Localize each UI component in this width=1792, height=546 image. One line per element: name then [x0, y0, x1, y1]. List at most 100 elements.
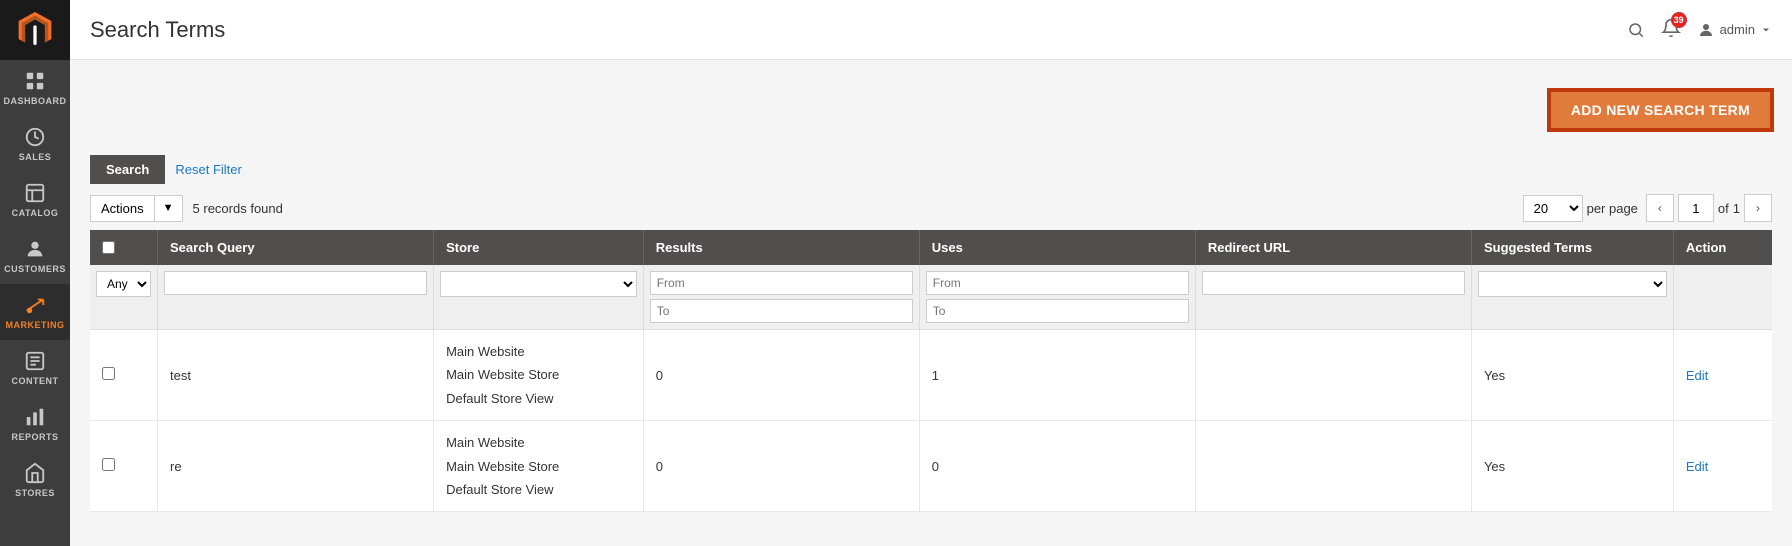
edit-link[interactable]: Edit — [1686, 459, 1708, 474]
row-checkbox[interactable] — [102, 458, 115, 471]
row-action: Edit — [1673, 421, 1772, 512]
select-all-checkbox[interactable] — [102, 241, 115, 254]
filter-cell-uses — [919, 265, 1195, 330]
per-page-label: per page — [1587, 201, 1638, 216]
top-action-bar: Add New Search Term — [90, 80, 1772, 140]
sidebar-item-label: DASHBOARD — [4, 96, 67, 106]
header-actions: 39 admin — [1627, 18, 1772, 41]
sidebar-item-sales[interactable]: SALES — [0, 116, 70, 172]
sidebar-item-content[interactable]: CONTENT — [0, 340, 70, 396]
filter-cell-results — [643, 265, 919, 330]
col-header-action: Action — [1673, 230, 1772, 265]
search-terms-table: Search Query Store Results Uses Redirect… — [90, 230, 1772, 512]
filter-bar: Search Reset Filter — [90, 155, 1772, 184]
row-suggested-terms: Yes — [1471, 330, 1673, 421]
row-store: Main Website Main Website Store Default … — [434, 421, 644, 512]
table-row: re Main Website Main Website Store Defau… — [90, 421, 1772, 512]
per-page-wrapper: 20 30 50 per page — [1523, 195, 1638, 222]
filter-cell-store: Main Website — [434, 265, 644, 330]
sidebar: DASHBOARD SALES CATALOG CUSTOMERS MARKET… — [0, 0, 70, 546]
filter-redirect-input[interactable] — [1202, 271, 1465, 295]
row-uses: 1 — [919, 330, 1195, 421]
add-new-search-term-button[interactable]: Add New Search Term — [1549, 90, 1772, 130]
filter-cell-redirect — [1195, 265, 1471, 330]
logo[interactable] — [0, 0, 70, 60]
filter-uses-from[interactable] — [926, 271, 1189, 295]
row-search-query: re — [158, 421, 434, 512]
filter-results-from[interactable] — [650, 271, 913, 295]
row-results: 0 — [643, 330, 919, 421]
notification-button[interactable]: 39 — [1661, 18, 1681, 41]
row-checkbox[interactable] — [102, 367, 115, 380]
total-pages: 1 — [1733, 201, 1740, 216]
admin-label: admin — [1720, 22, 1755, 37]
table-controls-right: 20 30 50 per page ‹ of 1 › — [1523, 194, 1772, 222]
filter-cell-suggested: Yes No — [1471, 265, 1673, 330]
col-header-results: Results — [643, 230, 919, 265]
edit-link[interactable]: Edit — [1686, 368, 1708, 383]
row-uses: 0 — [919, 421, 1195, 512]
sidebar-item-reports[interactable]: REPORTS — [0, 396, 70, 452]
row-store: Main Website Main Website Store Default … — [434, 330, 644, 421]
row-redirect-url — [1195, 330, 1471, 421]
sidebar-item-customers[interactable]: CUSTOMERS — [0, 228, 70, 284]
filter-any-select[interactable]: Any Yes No — [96, 271, 151, 297]
row-results: 0 — [643, 421, 919, 512]
sidebar-item-catalog[interactable]: CATALOG — [0, 172, 70, 228]
col-header-store: Store — [434, 230, 644, 265]
page-title: Search Terms — [90, 17, 225, 43]
filter-query-input[interactable] — [164, 271, 427, 295]
actions-arrow-button[interactable]: ▼ — [154, 195, 183, 222]
filter-cell-action — [1673, 265, 1772, 330]
row-suggested-terms: Yes — [1471, 421, 1673, 512]
records-count: 5 records found — [193, 201, 283, 216]
row-checkbox-cell — [90, 421, 158, 512]
row-action: Edit — [1673, 330, 1772, 421]
filter-row: Any Yes No Main Website — [90, 265, 1772, 330]
filter-uses-to[interactable] — [926, 299, 1189, 323]
reset-filter-link[interactable]: Reset Filter — [175, 162, 241, 177]
page-of-label: of — [1718, 201, 1729, 216]
sidebar-item-dashboard[interactable]: DASHBOARD — [0, 60, 70, 116]
main-content: Search Terms 39 admin Add New Search Ter… — [70, 0, 1792, 546]
current-page-input[interactable] — [1678, 194, 1714, 222]
sidebar-item-label: SALES — [19, 152, 52, 162]
sidebar-item-label: CONTENT — [12, 376, 59, 386]
table-controls: Actions ▼ 5 records found 20 30 50 per p… — [90, 194, 1772, 222]
search-button[interactable]: Search — [90, 155, 165, 184]
actions-dropdown: Actions ▼ — [90, 195, 183, 222]
filter-suggested-select[interactable]: Yes No — [1478, 271, 1667, 297]
sidebar-item-marketing[interactable]: MARKETING — [0, 284, 70, 340]
filter-cell-checkbox: Any Yes No — [90, 265, 158, 330]
col-header-uses: Uses — [919, 230, 1195, 265]
filter-results-to[interactable] — [650, 299, 913, 323]
table-controls-left: Actions ▼ 5 records found — [90, 195, 283, 222]
col-header-checkbox — [90, 230, 158, 265]
actions-button[interactable]: Actions — [90, 195, 154, 222]
sidebar-item-label: REPORTS — [11, 432, 58, 442]
sidebar-item-label: CUSTOMERS — [4, 264, 66, 274]
admin-menu[interactable]: admin — [1697, 21, 1772, 39]
page-content: Add New Search Term Search Reset Filter … — [70, 60, 1792, 546]
table-row: test Main Website Main Website Store Def… — [90, 330, 1772, 421]
row-checkbox-cell — [90, 330, 158, 421]
next-page-button[interactable]: › — [1744, 194, 1772, 222]
col-header-suggested-terms: Suggested Terms — [1471, 230, 1673, 265]
prev-page-button[interactable]: ‹ — [1646, 194, 1674, 222]
col-header-search-query: Search Query — [158, 230, 434, 265]
filter-cell-query — [158, 265, 434, 330]
sidebar-item-label: STORES — [15, 488, 55, 498]
notification-badge: 39 — [1671, 12, 1687, 28]
page-header: Search Terms 39 admin — [70, 0, 1792, 60]
search-icon[interactable] — [1627, 21, 1645, 39]
col-header-redirect-url: Redirect URL — [1195, 230, 1471, 265]
row-redirect-url — [1195, 421, 1471, 512]
sidebar-item-stores[interactable]: STORES — [0, 452, 70, 508]
per-page-select[interactable]: 20 30 50 — [1523, 195, 1583, 222]
pagination: ‹ of 1 › — [1646, 194, 1772, 222]
sidebar-item-label: CATALOG — [12, 208, 59, 218]
sidebar-item-label: MARKETING — [6, 320, 65, 330]
row-search-query: test — [158, 330, 434, 421]
table-header-row: Search Query Store Results Uses Redirect… — [90, 230, 1772, 265]
filter-store-select[interactable]: Main Website — [440, 271, 637, 297]
